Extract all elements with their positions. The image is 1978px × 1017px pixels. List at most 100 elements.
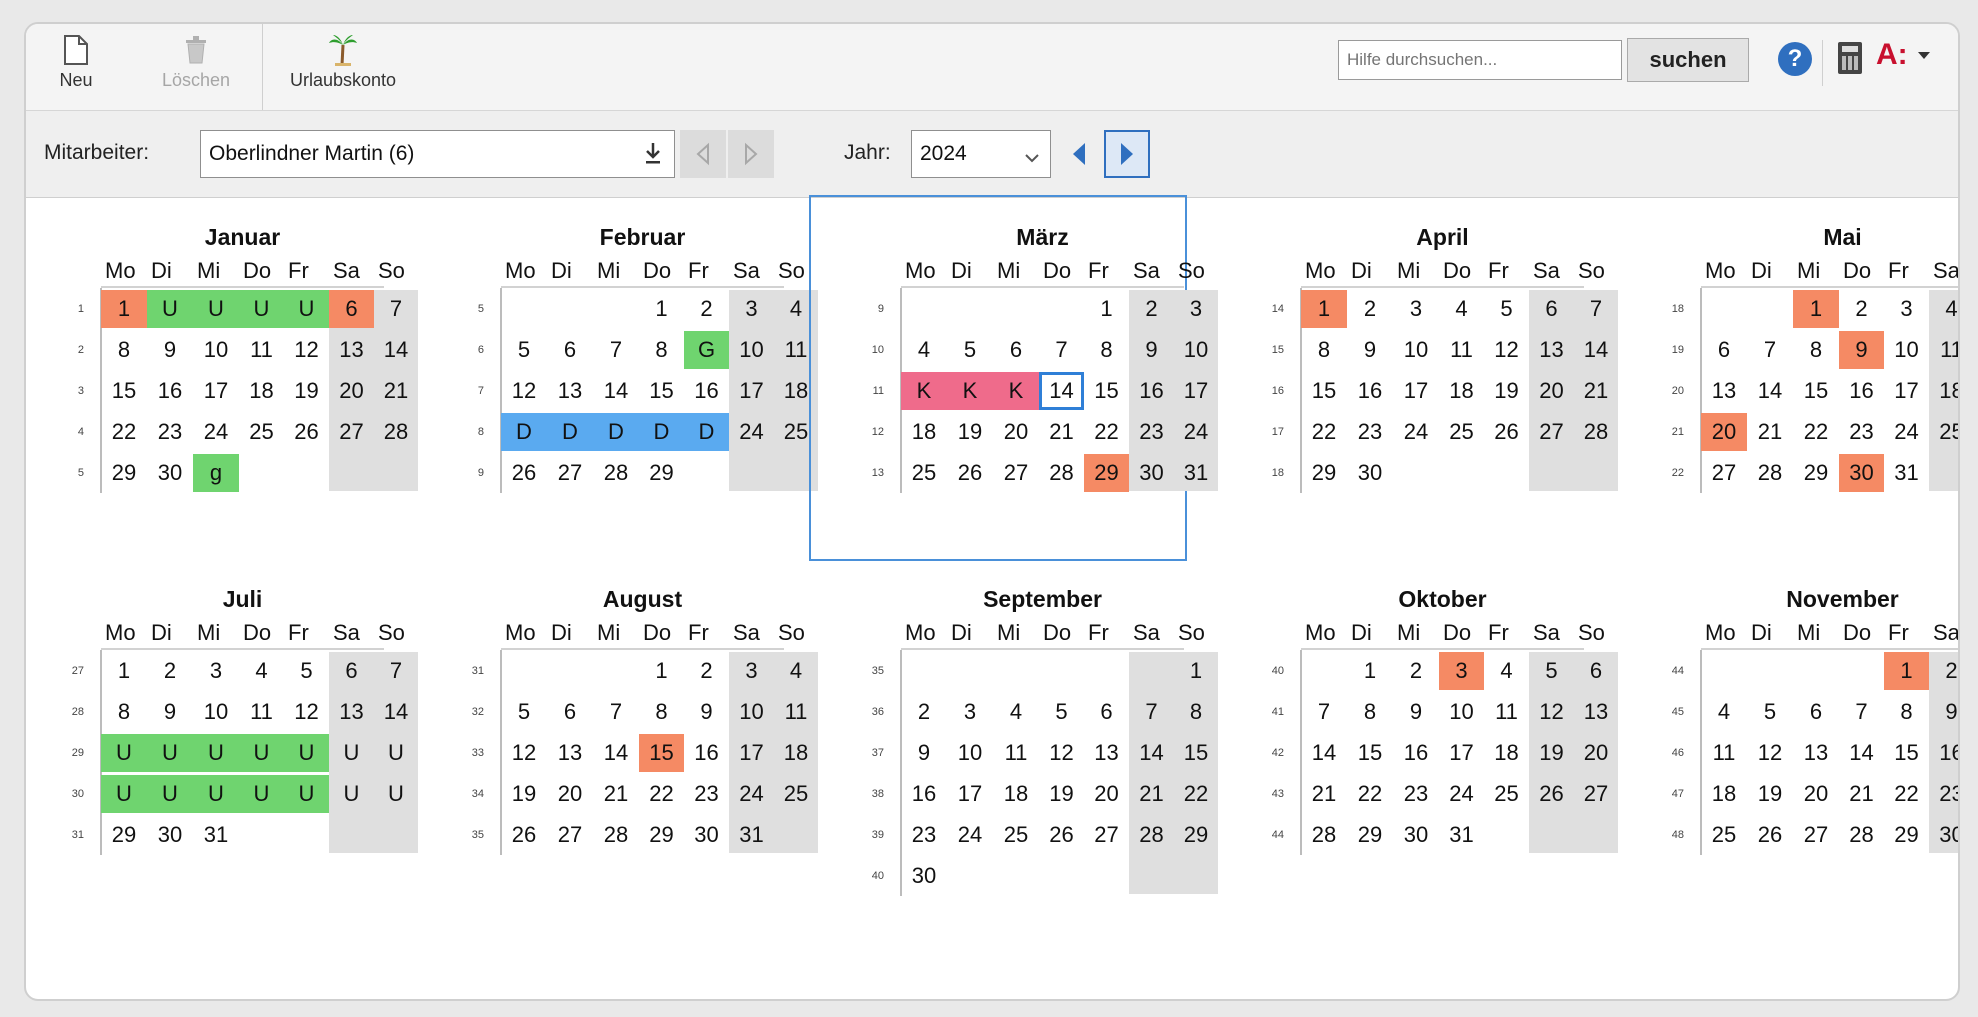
day-cell[interactable]: 6 bbox=[1793, 693, 1839, 731]
day-cell[interactable]: 1 bbox=[1084, 290, 1129, 328]
day-cell[interactable]: 21 bbox=[374, 372, 418, 410]
day-cell[interactable]: 24 bbox=[729, 775, 774, 813]
day-cell[interactable]: 22 bbox=[1793, 413, 1839, 451]
day-cell[interactable]: 24 bbox=[1884, 413, 1929, 451]
day-cell[interactable]: 17 bbox=[1439, 734, 1484, 772]
day-cell[interactable]: 30 bbox=[1347, 454, 1393, 492]
day-cell[interactable]: 15 bbox=[1884, 734, 1929, 772]
day-cell[interactable]: 2 bbox=[684, 290, 729, 328]
day-cell[interactable]: 31 bbox=[1884, 454, 1929, 492]
day-cell[interactable]: 24 bbox=[1439, 775, 1484, 813]
day-cell[interactable]: 23 bbox=[684, 775, 729, 813]
day-cell[interactable]: 3 bbox=[1174, 290, 1218, 328]
day-cell[interactable]: 23 bbox=[1347, 413, 1393, 451]
day-cell[interactable]: 17 bbox=[1174, 372, 1218, 410]
day-cell[interactable]: 22 bbox=[1174, 775, 1218, 813]
day-cell[interactable]: 8 bbox=[1347, 693, 1393, 731]
day-cell[interactable]: 15 bbox=[1793, 372, 1839, 410]
day-cell[interactable]: 3 bbox=[729, 290, 774, 328]
day-cell[interactable]: 31 bbox=[1174, 454, 1218, 492]
day-cell[interactable]: 14 bbox=[593, 734, 639, 772]
day-cell[interactable]: 21 bbox=[1129, 775, 1174, 813]
day-cell[interactable]: 17 bbox=[1884, 372, 1929, 410]
day-cell[interactable]: 18 bbox=[239, 372, 284, 410]
day-cell[interactable]: U bbox=[239, 734, 284, 772]
day-cell[interactable]: 19 bbox=[1529, 734, 1574, 772]
day-cell[interactable]: 8 bbox=[639, 693, 684, 731]
day-cell[interactable]: 14 bbox=[1129, 734, 1174, 772]
day-cell[interactable]: 7 bbox=[374, 290, 418, 328]
day-cell[interactable]: 20 bbox=[1793, 775, 1839, 813]
day-cell[interactable]: 18 bbox=[901, 413, 947, 451]
new-button[interactable]: Neu bbox=[46, 30, 106, 106]
day-cell[interactable]: 15 bbox=[1174, 734, 1218, 772]
day-cell[interactable]: 17 bbox=[193, 372, 239, 410]
day-cell[interactable]: G bbox=[684, 331, 729, 369]
day-cell[interactable]: 1 bbox=[639, 652, 684, 690]
day-cell[interactable]: 29 bbox=[1084, 454, 1129, 492]
day-cell[interactable]: 18 bbox=[1484, 734, 1529, 772]
day-cell[interactable]: 15 bbox=[1084, 372, 1129, 410]
next-year-button[interactable] bbox=[1104, 130, 1150, 178]
day-cell[interactable]: 18 bbox=[1701, 775, 1747, 813]
day-cell[interactable]: 29 bbox=[1884, 816, 1929, 854]
day-cell[interactable]: 31 bbox=[729, 816, 774, 854]
day-cell[interactable]: 26 bbox=[501, 454, 547, 492]
day-cell[interactable]: 14 bbox=[1839, 734, 1884, 772]
day-cell[interactable]: 5 bbox=[284, 652, 329, 690]
day-cell[interactable]: D bbox=[684, 413, 729, 451]
day-cell[interactable]: 1 bbox=[1884, 652, 1929, 690]
day-cell[interactable]: 8 bbox=[1884, 693, 1929, 731]
day-cell[interactable]: 30 bbox=[1839, 454, 1884, 492]
day-cell[interactable]: 27 bbox=[1084, 816, 1129, 854]
day-cell[interactable]: 16 bbox=[1839, 372, 1884, 410]
day-cell[interactable]: 28 bbox=[1039, 454, 1084, 492]
day-cell[interactable]: 18 bbox=[774, 734, 818, 772]
day-cell[interactable]: 30 bbox=[1929, 816, 1958, 854]
day-cell[interactable]: 21 bbox=[1039, 413, 1084, 451]
day-cell[interactable]: 10 bbox=[729, 331, 774, 369]
day-cell[interactable]: 13 bbox=[547, 372, 593, 410]
day-cell[interactable]: K bbox=[993, 372, 1039, 410]
day-cell[interactable]: 29 bbox=[101, 454, 147, 492]
day-cell[interactable]: 4 bbox=[1484, 652, 1529, 690]
day-cell[interactable]: 10 bbox=[1884, 331, 1929, 369]
day-cell[interactable]: 29 bbox=[1347, 816, 1393, 854]
day-cell[interactable]: 17 bbox=[729, 372, 774, 410]
day-cell[interactable]: 20 bbox=[1084, 775, 1129, 813]
day-cell[interactable]: 18 bbox=[1439, 372, 1484, 410]
day-cell[interactable]: 14 bbox=[1301, 734, 1347, 772]
day-cell[interactable]: 30 bbox=[901, 857, 947, 895]
day-cell[interactable]: 28 bbox=[593, 816, 639, 854]
previous-employee-button[interactable] bbox=[680, 130, 726, 178]
day-cell[interactable]: U bbox=[101, 734, 147, 772]
day-cell[interactable]: 6 bbox=[329, 652, 374, 690]
day-cell[interactable]: 16 bbox=[147, 372, 193, 410]
day-cell[interactable]: 10 bbox=[947, 734, 993, 772]
day-cell[interactable]: 14 bbox=[1039, 372, 1084, 410]
day-cell[interactable]: 9 bbox=[147, 331, 193, 369]
day-cell[interactable]: 22 bbox=[101, 413, 147, 451]
day-cell[interactable]: 2 bbox=[1393, 652, 1439, 690]
day-cell[interactable]: 12 bbox=[501, 372, 547, 410]
day-cell[interactable]: 29 bbox=[639, 816, 684, 854]
day-cell[interactable]: 28 bbox=[593, 454, 639, 492]
day-cell[interactable]: 7 bbox=[1574, 290, 1618, 328]
day-cell[interactable]: 21 bbox=[1574, 372, 1618, 410]
day-cell[interactable]: 25 bbox=[1484, 775, 1529, 813]
day-cell[interactable]: 13 bbox=[1574, 693, 1618, 731]
day-cell[interactable]: 6 bbox=[547, 693, 593, 731]
day-cell[interactable]: 12 bbox=[284, 693, 329, 731]
day-cell[interactable]: D bbox=[639, 413, 684, 451]
day-cell[interactable]: U bbox=[193, 290, 239, 328]
day-cell[interactable]: 1 bbox=[1174, 652, 1218, 690]
day-cell[interactable]: 2 bbox=[1929, 652, 1958, 690]
day-cell[interactable]: 25 bbox=[1439, 413, 1484, 451]
day-cell[interactable]: 10 bbox=[1439, 693, 1484, 731]
day-cell[interactable]: g bbox=[193, 454, 239, 492]
day-cell[interactable]: 22 bbox=[1347, 775, 1393, 813]
previous-year-button[interactable] bbox=[1056, 130, 1102, 178]
day-cell[interactable]: 5 bbox=[1747, 693, 1793, 731]
day-cell[interactable]: 30 bbox=[147, 454, 193, 492]
day-cell[interactable]: 26 bbox=[947, 454, 993, 492]
